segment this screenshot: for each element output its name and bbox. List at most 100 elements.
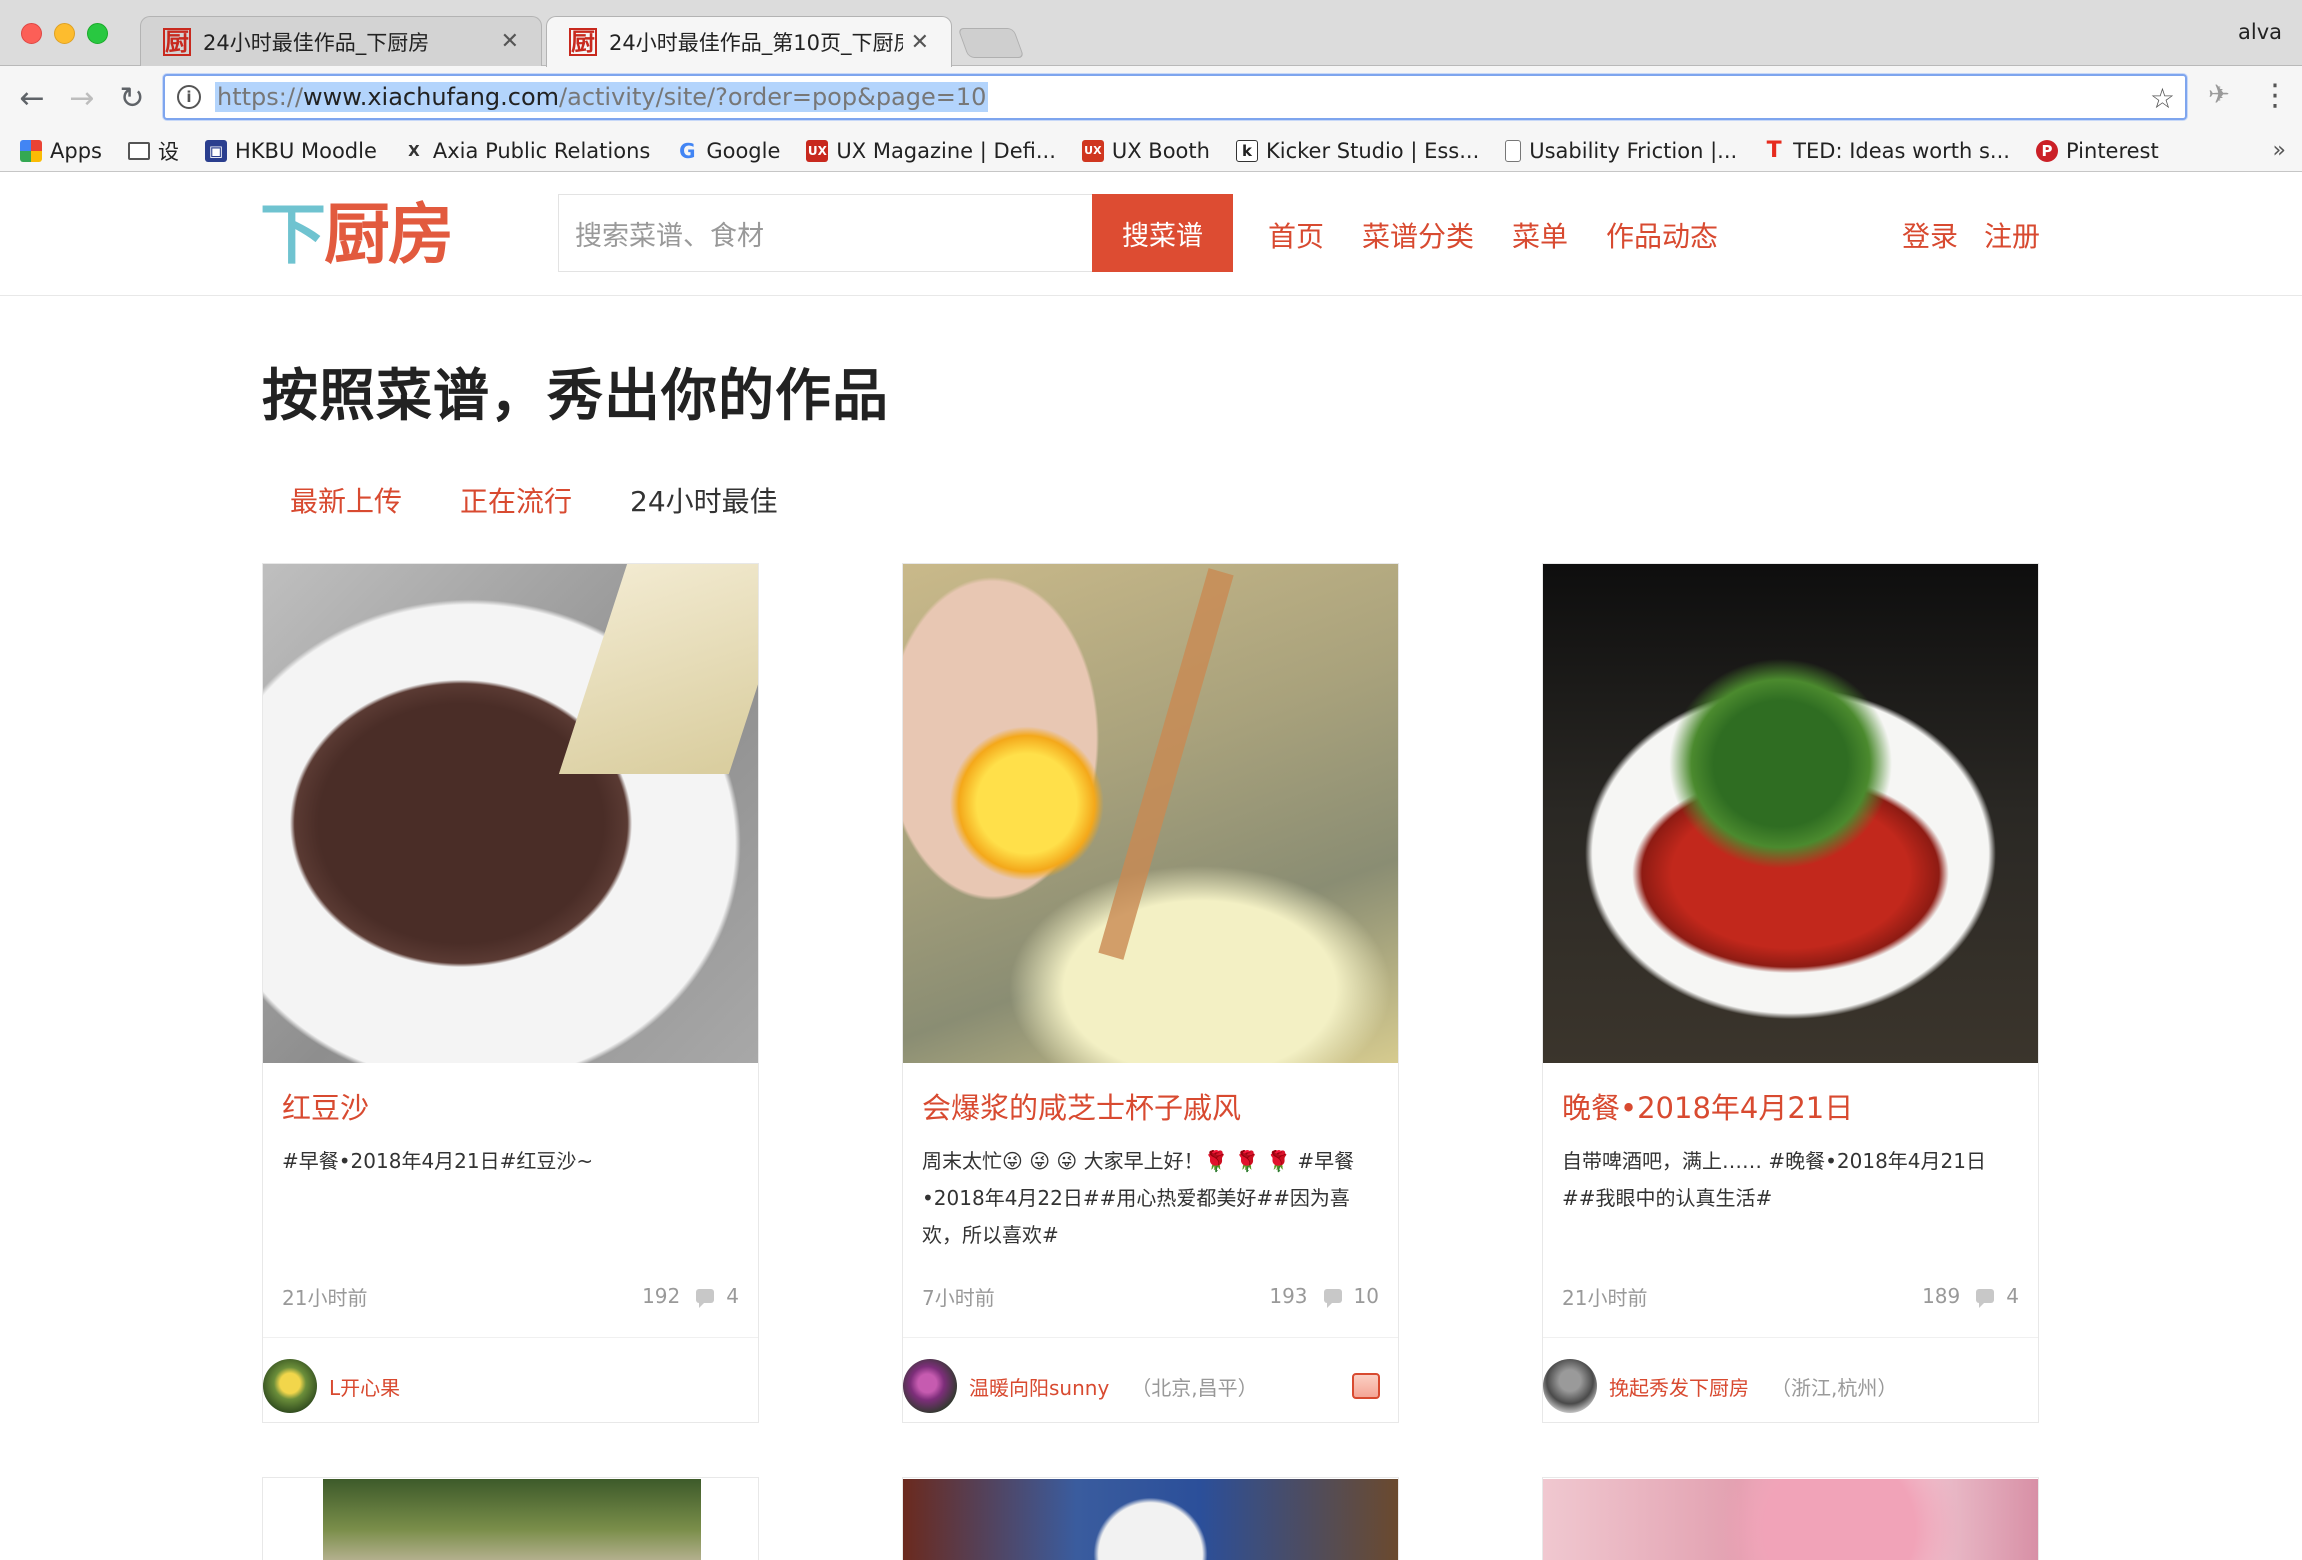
xiachufang-favicon-icon: 厨: [569, 27, 597, 56]
author-name[interactable]: 挽起秀发下厨房: [1609, 1372, 1749, 1401]
browser-tab-bar: 厨 24小时最佳作品_下厨房 ✕ 厨 24小时最佳作品_第10页_下厨房 ✕ a…: [0, 0, 2302, 67]
author-name[interactable]: L开心果: [329, 1372, 400, 1401]
bookmark-google[interactable]: G Google: [676, 139, 780, 163]
comment-icon: [1976, 1289, 1995, 1308]
card-divider: [903, 1337, 1398, 1338]
pinterest-icon: P: [2035, 139, 2058, 162]
bookmark-kicker[interactable]: k Kicker Studio | Ess...: [1235, 139, 1479, 163]
uxmag-icon: UX: [806, 139, 829, 162]
work-card: 红豆沙 #早餐•2018年4月21日#红豆沙~ 21小时前 192 4 L开心果: [262, 563, 759, 1423]
browser-tab-1[interactable]: 厨 24小时最佳作品_下厨房 ✕: [140, 16, 542, 66]
work-author: 温暖向阳sunny （北京,昌平）: [903, 1358, 1398, 1414]
nav-home[interactable]: 首页: [1268, 215, 1324, 255]
zoom-window-button[interactable]: [87, 23, 108, 44]
address-bar[interactable]: i https://www.xiachufang.com/activity/si…: [163, 74, 2187, 120]
comment-icon: [696, 1289, 715, 1308]
crayfish-photo[interactable]: [1543, 564, 2038, 1063]
search-button[interactable]: 搜菜谱: [1092, 194, 1233, 272]
tab-title: 24小时最佳作品_下厨房: [203, 30, 430, 55]
like-count: 189: [1922, 1284, 1961, 1308]
work-photo[interactable]: [323, 1479, 701, 1560]
avatar[interactable]: [903, 1359, 957, 1413]
minimize-window-button[interactable]: [54, 23, 75, 44]
reload-icon[interactable]: ↻: [112, 78, 152, 118]
card-divider: [1543, 1337, 2038, 1338]
work-author: 挽起秀发下厨房 （浙江,杭州）: [1543, 1358, 2038, 1414]
bookmark-apps[interactable]: Apps: [20, 139, 102, 163]
work-title[interactable]: 会爆浆的咸芝士杯子戚风: [922, 1085, 1379, 1127]
tab-24h-best[interactable]: 24小时最佳: [630, 480, 778, 520]
bookmark-hkbu-moodle[interactable]: ▣ HKBU Moodle: [204, 139, 377, 163]
extension-bird-icon[interactable]: ✈: [2208, 80, 2230, 110]
author-name[interactable]: 温暖向阳sunny: [969, 1372, 1109, 1401]
card-divider: [263, 1337, 758, 1338]
work-time: 21小时前: [1562, 1285, 1648, 1310]
register-link[interactable]: 注册: [1984, 215, 2040, 255]
google-icon: G: [679, 138, 696, 163]
ted-icon: T: [1766, 138, 1782, 163]
work-card: 晚餐•2018年4月21日 自带啤酒吧，满上…… #晚餐•2018年4月21日#…: [1542, 563, 2039, 1423]
tab-close-icon[interactable]: ✕: [911, 30, 929, 55]
profile-name[interactable]: alva: [2238, 20, 2282, 44]
tab-close-icon[interactable]: ✕: [501, 29, 519, 54]
site-logo[interactable]: 下厨房: [260, 195, 454, 275]
moodle-icon: ▣: [204, 139, 227, 162]
url-text[interactable]: https://www.xiachufang.com/activity/site…: [215, 82, 989, 112]
work-author: L开心果: [263, 1358, 758, 1414]
browser-menu-icon[interactable]: ⋮: [2260, 78, 2290, 113]
author-location: （北京,昌平）: [1131, 1375, 1258, 1400]
page-icon: [1505, 139, 1522, 162]
red-bean-paste-photo[interactable]: [263, 564, 758, 1063]
site-info-icon[interactable]: i: [177, 85, 201, 109]
work-time: 21小时前: [282, 1285, 368, 1310]
bookmark-ted[interactable]: T TED: Ideas worth s...: [1763, 138, 2010, 163]
work-card: [262, 1477, 759, 1560]
apps-grid-icon: [20, 139, 42, 162]
main-nav: 首页 菜谱分类 菜单 作品动态: [1268, 215, 1718, 255]
whisk-handle-shape: [1098, 568, 1234, 960]
tab-title: 24小时最佳作品_第10页_下厨房: [609, 31, 903, 55]
spatula-shape: [558, 564, 758, 774]
work-title[interactable]: 晚餐•2018年4月21日: [1562, 1085, 2019, 1127]
forward-arrow-icon[interactable]: →: [62, 78, 102, 118]
nav-works-feed[interactable]: 作品动态: [1606, 215, 1718, 255]
like-count: 192: [642, 1284, 681, 1308]
work-meta: 21小时前 192 4: [282, 1281, 739, 1311]
work-card: [902, 1477, 1399, 1560]
bookmark-star-icon[interactable]: ☆: [2150, 82, 2175, 115]
bookmarks-overflow-icon[interactable]: »: [2273, 138, 2286, 163]
work-photo[interactable]: [1543, 1479, 2038, 1560]
site-header: 下厨房 搜索菜谱、食材 搜菜谱 首页 菜谱分类 菜单 作品动态 登录 注册: [0, 173, 2302, 296]
work-description: 周末太忙😜 😜 😜 大家早上好！🌹 🌹 🌹 #早餐•2018年4月22日##用心…: [922, 1149, 1355, 1247]
bookmark-ux-magazine[interactable]: UX UX Magazine | Defi...: [806, 139, 1056, 163]
search-input[interactable]: 搜索菜谱、食材: [558, 194, 1092, 272]
close-window-button[interactable]: [21, 23, 42, 44]
bookmark-pinterest[interactable]: P Pinterest: [2035, 139, 2159, 163]
comment-icon: [1323, 1289, 1342, 1308]
author-badge-icon: [1352, 1373, 1380, 1399]
like-count: 193: [1269, 1284, 1308, 1308]
tab-latest[interactable]: 最新上传: [290, 480, 402, 520]
folder-icon: [127, 141, 150, 160]
bookmark-axia[interactable]: X Axia Public Relations: [403, 139, 650, 163]
bookmark-usability[interactable]: Usability Friction |...: [1505, 139, 1737, 163]
tab-trending[interactable]: 正在流行: [460, 480, 572, 520]
nav-menus[interactable]: 菜单: [1512, 215, 1568, 255]
work-title[interactable]: 红豆沙: [282, 1085, 739, 1127]
bookmark-folder[interactable]: 设: [127, 136, 179, 166]
egg-yolk-photo[interactable]: [903, 564, 1398, 1063]
bookmarks-bar: Apps 设 ▣ HKBU Moodle X Axia Public Relat…: [0, 130, 2302, 172]
bookmark-ux-booth[interactable]: UX UX Booth: [1081, 139, 1210, 163]
new-tab-button[interactable]: [957, 28, 1025, 58]
login-link[interactable]: 登录: [1902, 215, 1958, 255]
work-photo[interactable]: [903, 1479, 1398, 1560]
auth-links: 登录 注册: [1902, 215, 2040, 255]
comment-count: 4: [2006, 1284, 2019, 1308]
browser-tab-2[interactable]: 厨 24小时最佳作品_第10页_下厨房 ✕: [546, 16, 952, 67]
back-arrow-icon[interactable]: ←: [12, 78, 52, 118]
axia-icon: X: [408, 141, 420, 160]
avatar[interactable]: [263, 1359, 317, 1413]
browser-toolbar: ← → ↻ i https://www.xiachufang.com/activ…: [0, 66, 2302, 130]
avatar[interactable]: [1543, 1359, 1597, 1413]
nav-recipe-categories[interactable]: 菜谱分类: [1362, 215, 1474, 255]
